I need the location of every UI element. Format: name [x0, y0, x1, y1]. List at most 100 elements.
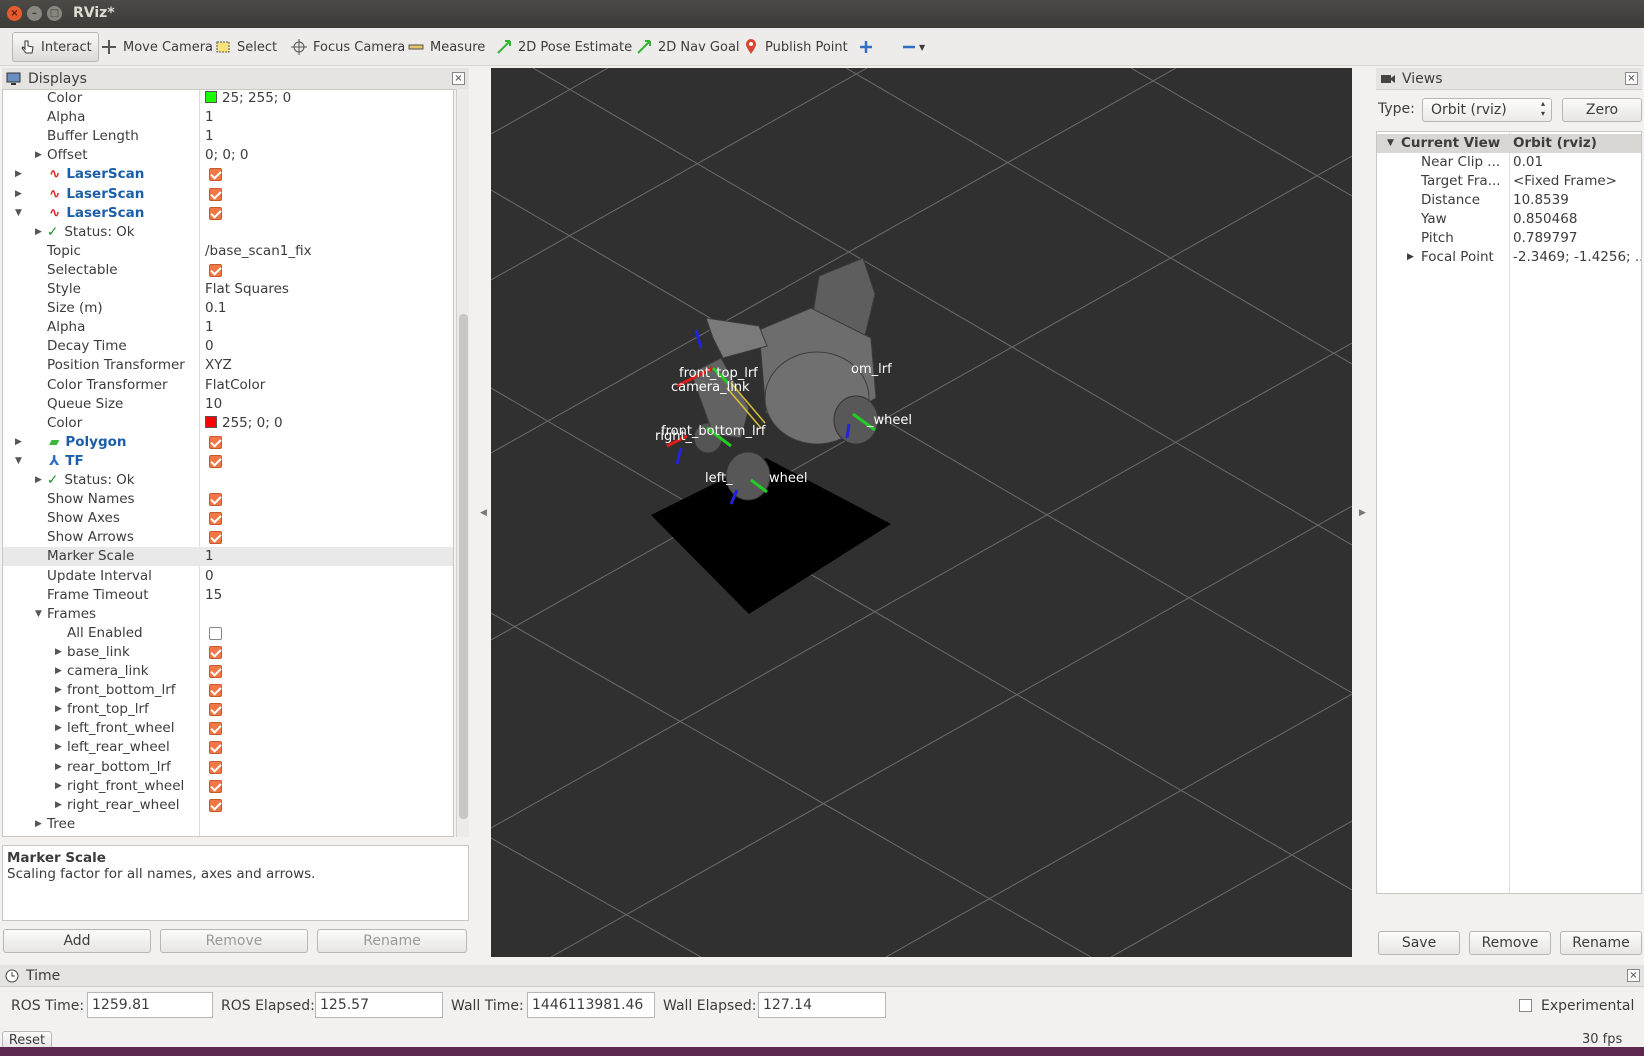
current-view-row[interactable]: ▼ Current View Orbit (rviz): [1377, 134, 1641, 153]
save-view-button[interactable]: Save: [1378, 931, 1460, 955]
enabled-checkbox[interactable]: [209, 531, 222, 545]
expand-arrow-icon[interactable]: ▶: [55, 681, 62, 700]
display-property-row[interactable]: Show Names: [3, 490, 453, 509]
enabled-checkbox[interactable]: [209, 798, 222, 812]
display-property-row[interactable]: Color Transformer FlatColor: [3, 376, 453, 395]
window-maximize-button[interactable]: □: [47, 6, 62, 21]
add-display-button[interactable]: Add: [3, 929, 151, 953]
display-property-value[interactable]: 0: [205, 337, 214, 356]
display-property-row[interactable]: Color 25; 255; 0: [3, 90, 453, 108]
window-close-button[interactable]: ×: [7, 6, 22, 21]
enabled-checkbox[interactable]: [209, 779, 222, 793]
view-prop-row[interactable]: Target Fra... <Fixed Frame>: [1377, 172, 1641, 191]
rename-display-button[interactable]: Rename: [317, 929, 467, 953]
display-property-row[interactable]: Show Axes: [3, 509, 453, 528]
display-property-row[interactable]: ▼ ⅄ TF: [3, 452, 453, 471]
display-property-row[interactable]: ▶ left_rear_wheel: [3, 738, 453, 757]
expand-arrow-icon[interactable]: ▶: [55, 662, 62, 681]
enabled-checkbox[interactable]: [209, 187, 222, 201]
enabled-checkbox[interactable]: [209, 263, 222, 277]
display-property-value[interactable]: 0: [205, 567, 214, 586]
display-property-row[interactable]: ▶ base_link: [3, 643, 453, 662]
interact-tool[interactable]: Interact: [12, 32, 99, 62]
display-property-row[interactable]: Buffer Length 1: [3, 127, 453, 146]
scrollbar-thumb[interactable]: [459, 314, 468, 819]
views-tree[interactable]: ▼ Current View Orbit (rviz) Near Clip ..…: [1376, 131, 1642, 894]
ros-elapsed-field[interactable]: 125.57: [315, 992, 443, 1018]
expand-arrow-icon[interactable]: ▶: [55, 758, 62, 777]
enabled-checkbox[interactable]: [209, 493, 222, 507]
display-property-row[interactable]: ▶ right_front_wheel: [3, 777, 453, 796]
display-property-row[interactable]: ▶ front_bottom_lrf: [3, 681, 453, 700]
display-property-value[interactable]: 0; 0; 0: [205, 146, 248, 165]
publish-point-tool[interactable]: Publish Point: [737, 32, 854, 62]
zero-button[interactable]: Zero: [1562, 98, 1642, 122]
expand-arrow-icon[interactable]: ▶: [55, 643, 62, 662]
display-property-value[interactable]: 25; 255; 0: [205, 90, 291, 108]
remove-tool-dropdown[interactable]: ▼: [895, 32, 931, 62]
display-property-row[interactable]: ▶ rear_bottom_lrf: [3, 758, 453, 777]
expand-arrow-icon[interactable]: ▶: [15, 433, 22, 452]
wall-time-field[interactable]: 1446113981.46: [527, 992, 655, 1018]
remove-display-button[interactable]: Remove: [160, 929, 308, 953]
display-property-row[interactable]: Selectable: [3, 261, 453, 280]
display-property-value[interactable]: /base_scan1_fix: [205, 242, 312, 261]
move-camera-tool[interactable]: Move Camera: [95, 32, 219, 62]
collapse-right-handle[interactable]: ▶: [1359, 508, 1366, 518]
ros-time-field[interactable]: 1259.81: [87, 992, 213, 1018]
display-property-row[interactable]: ▼ Frames: [3, 605, 453, 624]
expand-arrow-icon[interactable]: ▶: [35, 223, 42, 242]
select-tool[interactable]: Select: [209, 32, 283, 62]
expand-arrow-icon[interactable]: ▼: [35, 605, 42, 624]
experimental-checkbox[interactable]: [1519, 999, 1532, 1012]
display-property-row[interactable]: Decay Time 0: [3, 337, 453, 356]
display-property-row[interactable]: All Enabled: [3, 624, 453, 643]
collapse-left-handle[interactable]: ◀: [480, 508, 487, 518]
display-property-row[interactable]: ▶ ✓ Status: Ok: [3, 223, 453, 242]
view-prop-row[interactable]: Yaw 0.850468: [1377, 210, 1641, 229]
display-property-value[interactable]: XYZ: [205, 356, 232, 375]
display-property-value[interactable]: FlatColor: [205, 376, 265, 395]
window-minimize-button[interactable]: –: [27, 6, 42, 21]
display-property-row[interactable]: Position Transformer XYZ: [3, 356, 453, 375]
nav-goal-tool[interactable]: 2D Nav Goal: [630, 32, 746, 62]
display-property-row[interactable]: Queue Size 10: [3, 395, 453, 414]
display-property-value[interactable]: 0.1: [205, 299, 226, 318]
display-property-value[interactable]: 1: [205, 318, 214, 337]
displays-scrollbar[interactable]: [456, 89, 469, 837]
view-prop-row[interactable]: Pitch 0.789797: [1377, 229, 1641, 248]
enabled-checkbox[interactable]: [209, 512, 222, 526]
expand-arrow-icon[interactable]: ▶: [55, 796, 62, 815]
enabled-checkbox[interactable]: [209, 206, 222, 220]
display-property-row[interactable]: Frame Timeout 15: [3, 586, 453, 605]
display-property-row[interactable]: ▶ Offset 0; 0; 0: [3, 146, 453, 165]
display-property-row[interactable]: Alpha 1: [3, 318, 453, 337]
expand-arrow-icon[interactable]: ▶: [35, 471, 42, 490]
view-prop-row[interactable]: Near Clip ... 0.01: [1377, 153, 1641, 172]
pose-estimate-tool[interactable]: 2D Pose Estimate: [490, 32, 638, 62]
enabled-checkbox[interactable]: [209, 626, 222, 640]
expand-arrow-icon[interactable]: ▶: [15, 185, 22, 204]
expand-arrow-icon[interactable]: ▶: [35, 815, 42, 834]
view-type-select[interactable]: Orbit (rviz) ▴ ▾: [1422, 98, 1552, 122]
time-close-button[interactable]: ×: [1627, 969, 1640, 982]
display-property-value[interactable]: 1: [205, 547, 214, 566]
display-property-row[interactable]: ▶ front_top_lrf: [3, 700, 453, 719]
display-property-value[interactable]: 10: [205, 395, 222, 414]
expand-arrow-icon[interactable]: ▼: [15, 452, 22, 471]
enabled-checkbox[interactable]: [209, 741, 222, 755]
enabled-checkbox[interactable]: [209, 703, 222, 717]
display-property-row[interactable]: Topic/base_scan1_fix: [3, 242, 453, 261]
display-property-value[interactable]: Flat Squares: [205, 280, 289, 299]
enabled-checkbox[interactable]: [209, 168, 222, 182]
measure-tool[interactable]: Measure: [402, 32, 491, 62]
display-property-row[interactable]: ▶ camera_link: [3, 662, 453, 681]
display-property-row[interactable]: ▶ right_rear_wheel: [3, 796, 453, 815]
wall-elapsed-field[interactable]: 127.14: [758, 992, 886, 1018]
enabled-checkbox[interactable]: [209, 645, 222, 659]
display-property-row[interactable]: Alpha 1: [3, 108, 453, 127]
display-property-value[interactable]: 1: [205, 108, 214, 127]
expand-arrow-icon[interactable]: ▶: [35, 146, 42, 165]
view-prop-row[interactable]: Distance 10.8539: [1377, 191, 1641, 210]
display-property-row[interactable]: Show Arrows: [3, 528, 453, 547]
